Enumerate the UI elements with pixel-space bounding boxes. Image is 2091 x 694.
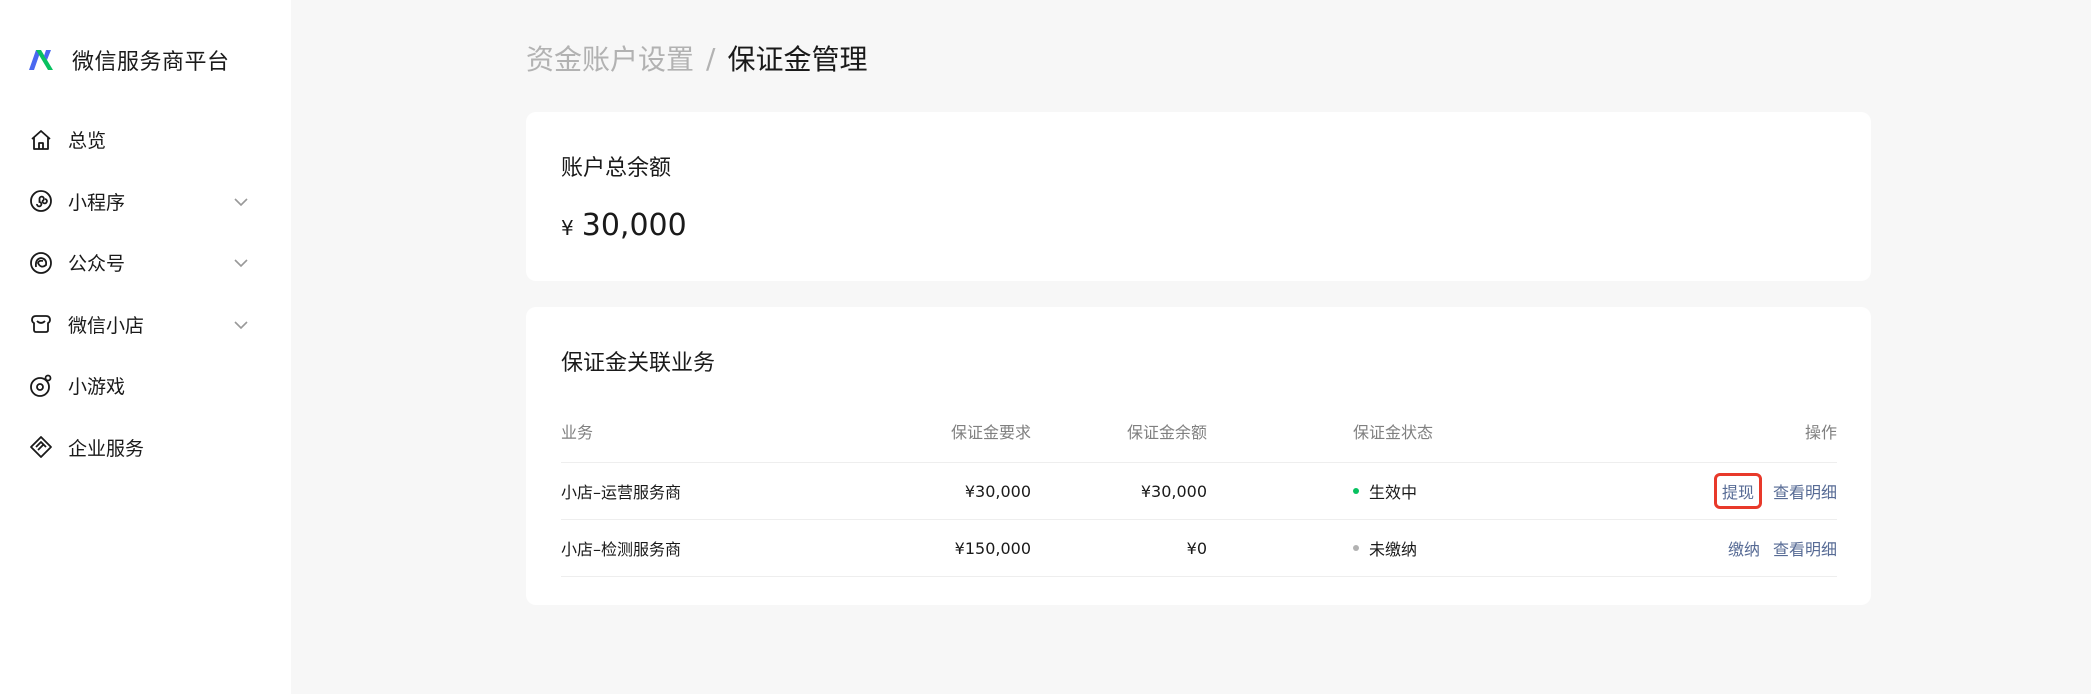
- chevron-down-icon: [234, 320, 248, 329]
- column-header-balance: 保证金余额: [1126, 422, 1207, 442]
- sidebar-item-wechat-store[interactable]: 微信小店: [0, 294, 291, 356]
- status-dot-inactive: [1353, 545, 1359, 551]
- deposit-business-title: 保证金关联业务: [561, 351, 716, 376]
- column-header-business: 业务: [561, 422, 594, 442]
- breadcrumb: 资金账户设置 / 保证金管理: [526, 38, 867, 78]
- brand-name: 微信服务商平台: [72, 50, 230, 75]
- official-account-icon: [28, 250, 54, 276]
- page-title: 保证金管理: [727, 43, 868, 76]
- deposit-business-table: 业务 保证金要求 保证金余额 保证金状态 操作 小店–运营服务商 ¥30,000…: [561, 407, 1837, 577]
- status-badge: 未缴纳: [1369, 540, 1418, 559]
- withdraw-button[interactable]: 提现: [1713, 473, 1762, 509]
- sidebar-item-label: 小程序: [68, 191, 126, 214]
- mini-game-icon: [28, 373, 54, 399]
- deposit-business-card: 保证金关联业务 业务 保证金要求 保证金余额 保证金状态 操作 小店–运营服务商…: [526, 307, 1871, 605]
- cell-operations: 缴纳 查看明细: [1728, 520, 1837, 576]
- sidebar-item-label: 公众号: [68, 253, 126, 276]
- breadcrumb-parent[interactable]: 资金账户设置: [526, 38, 694, 78]
- wechat-service-logo-icon: [29, 50, 53, 70]
- sidebar-item-label: 微信小店: [68, 314, 145, 337]
- sidebar-item-label: 小游戏: [68, 376, 126, 399]
- sidebar-item-mini-program[interactable]: 小程序: [0, 171, 291, 233]
- pay-deposit-link[interactable]: 缴纳: [1728, 536, 1760, 560]
- chevron-down-icon: [234, 259, 248, 268]
- table-row: 小店–运营服务商 ¥30,000 ¥30,000 生效中 提现 查看明细: [561, 463, 1837, 520]
- sidebar-item-official-account[interactable]: 公众号: [0, 232, 291, 294]
- brand[interactable]: 微信服务商平台: [27, 44, 230, 76]
- cell-balance: ¥0: [1186, 538, 1207, 558]
- cell-requirement: ¥30,000: [964, 481, 1031, 501]
- column-header-status: 保证金状态: [1353, 422, 1434, 442]
- cell-business: 小店–运营服务商: [561, 483, 682, 502]
- view-details-link[interactable]: 查看明细: [1773, 479, 1837, 503]
- balance-card: 账户总余额 ¥ 30,000: [526, 112, 1871, 281]
- column-header-requirement: 保证金要求: [950, 422, 1031, 442]
- home-icon: [28, 127, 54, 153]
- currency-symbol: ¥: [561, 216, 574, 240]
- cell-operations: 提现 查看明细: [1713, 463, 1837, 519]
- view-details-link[interactable]: 查看明细: [1773, 536, 1837, 560]
- balance-card-title: 账户总余额: [561, 156, 672, 181]
- cell-status: 未缴纳: [1353, 520, 1417, 576]
- sidebar-nav: 总览 小程序 公众号 微信小店 小游戏 企业服务: [0, 109, 291, 478]
- status-badge: 生效中: [1369, 483, 1418, 502]
- sidebar-item-mini-game[interactable]: 小游戏: [0, 355, 291, 417]
- column-header-operations: 操作: [1804, 422, 1837, 442]
- balance-value: 30,000: [581, 208, 687, 243]
- sidebar: 微信服务商平台 总览 小程序 公众号 微信小店 小游戏 企业服务: [0, 0, 291, 694]
- sidebar-item-label: 总览: [68, 130, 107, 153]
- wechat-store-icon: [28, 311, 54, 337]
- cell-requirement: ¥150,000: [954, 538, 1031, 558]
- sidebar-item-label: 企业服务: [68, 437, 145, 460]
- table-header: 业务 保证金要求 保证金余额 保证金状态 操作: [561, 407, 1837, 463]
- chevron-down-icon: [234, 197, 248, 206]
- cell-balance: ¥30,000: [1140, 481, 1207, 501]
- breadcrumb-separator: /: [706, 41, 716, 75]
- cell-business: 小店–检测服务商: [561, 540, 682, 559]
- mini-program-icon: [28, 188, 54, 214]
- cell-status: 生效中: [1353, 463, 1417, 519]
- enterprise-service-icon: [28, 434, 54, 460]
- status-dot-active: [1353, 488, 1359, 494]
- table-row: 小店–检测服务商 ¥150,000 ¥0 未缴纳 缴纳 查看明细: [561, 520, 1837, 577]
- sidebar-item-overview[interactable]: 总览: [0, 109, 291, 171]
- sidebar-item-enterprise-service[interactable]: 企业服务: [0, 417, 291, 479]
- balance-amount: ¥ 30,000: [561, 208, 687, 243]
